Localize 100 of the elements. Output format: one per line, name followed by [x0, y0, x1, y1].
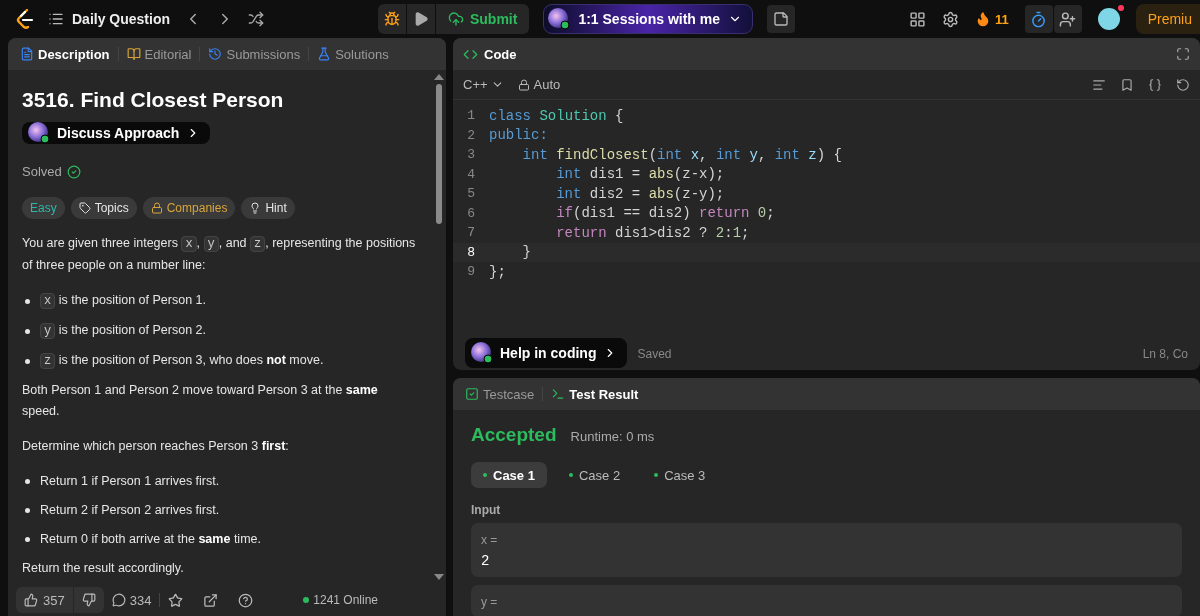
description-paragraph: You are given three integers x , y , and z , representing the positions of three people on a number line: — [22, 235, 417, 274]
problem-list-title[interactable]: Daily Question — [72, 11, 171, 27]
cloud-upload-icon — [447, 11, 464, 27]
bullet-text: z is the position of Person 3, who does not move. — [40, 350, 324, 372]
line-number: 4 — [466, 166, 476, 182]
code-line: class Solution { — [489, 107, 624, 124]
add-user-icon — [1059, 10, 1077, 28]
input-value-box: x = 2 — [471, 523, 1182, 577]
timer-icon — [1030, 10, 1048, 28]
shuffle-icon[interactable] — [248, 11, 265, 27]
description-paragraph: Determine which person reaches Person 3 first: — [22, 438, 290, 455]
line-number: 2 — [466, 127, 476, 143]
help-coding-button[interactable]: Help in coding — [465, 338, 628, 368]
case-tab[interactable]: Case 2 — [556, 462, 633, 488]
list-icon[interactable] — [48, 11, 64, 27]
run-button[interactable] — [406, 4, 435, 34]
tag-icon — [78, 202, 91, 214]
code-line: if(dis1 == dis2) return 0; — [555, 205, 775, 222]
bullet-dot — [25, 479, 30, 484]
code-line: } — [521, 244, 531, 261]
flask-icon — [317, 47, 332, 61]
tag-chip[interactable]: Easy — [22, 197, 65, 219]
panel-tab[interactable]: Testcase — [463, 386, 537, 402]
inline-code: y — [203, 236, 219, 252]
code-line: int findClosest(int x, int y, int z) { — [521, 146, 842, 163]
history-icon — [208, 47, 223, 61]
reset-icon[interactable] — [1176, 77, 1190, 92]
maximize-icon[interactable] — [1176, 47, 1190, 61]
sessions-button[interactable]: 1:1 Sessions with me — [543, 4, 753, 34]
format-icon[interactable] — [1092, 77, 1106, 92]
case-tab[interactable]: Case 1 — [471, 462, 547, 488]
streak-count: 11 — [994, 11, 1009, 27]
panel-tab[interactable]: Description — [18, 46, 112, 62]
input-value-box: y = — [471, 585, 1182, 616]
inline-code: z — [40, 353, 56, 369]
check-icon — [66, 164, 81, 179]
help-icon[interactable] — [238, 592, 254, 608]
like-button[interactable]: 357 — [16, 587, 73, 613]
tag-chip[interactable]: Topics — [70, 197, 137, 219]
case-tab[interactable]: Case 3 — [642, 462, 718, 488]
terminal-icon — [551, 387, 566, 401]
code-line: public: — [489, 127, 548, 144]
line-number: 1 — [466, 108, 476, 124]
bullet-dot — [25, 508, 30, 513]
line-number: 5 — [466, 186, 476, 202]
panel-tab[interactable]: Submissions — [206, 46, 303, 62]
code-line: int dis2 = abs(z-y); — [555, 185, 725, 202]
line-number: 8 — [466, 244, 476, 260]
premium-button[interactable]: Premiu — [1135, 4, 1200, 34]
timer-button[interactable] — [1024, 5, 1053, 33]
panel-tab[interactable]: Test Result — [549, 386, 641, 402]
submit-button[interactable]: Submit — [435, 4, 530, 34]
code-line: int dis1 = abs(z-x); — [555, 166, 725, 183]
panel-title: Code — [484, 46, 517, 62]
language-dropdown[interactable]: C++ — [463, 77, 504, 92]
description-paragraph: Both Person 1 and Person 2 move toward Person 3 at the same speed. — [22, 382, 379, 420]
note-icon — [773, 11, 789, 27]
share-icon[interactable] — [203, 592, 219, 608]
code-line: return dis1>dis2 ? 2:1; — [555, 224, 750, 241]
panel-tab[interactable]: Editorial — [124, 46, 194, 62]
comments-count[interactable]: 334 — [129, 592, 152, 608]
discuss-button[interactable]: Discuss Approach — [22, 122, 211, 144]
thumbs-down-icon — [81, 593, 96, 607]
settings-icon[interactable] — [941, 10, 959, 28]
comment-icon[interactable] — [111, 593, 126, 607]
online-count: 1241 Online — [303, 593, 378, 607]
logo-icon[interactable] — [16, 9, 34, 29]
tag-chip[interactable]: Companies — [142, 197, 236, 219]
inline-code: z — [250, 236, 266, 252]
note-button[interactable] — [767, 5, 795, 33]
layout-icon[interactable] — [908, 10, 926, 28]
thumbs-up-icon — [24, 593, 38, 607]
bullet-text: x is the position of Person 1. — [40, 290, 206, 312]
checkbox-icon — [465, 387, 479, 401]
braces-icon[interactable] — [1148, 77, 1162, 92]
problem-title: 3516. Find Closest Person — [22, 88, 285, 112]
inline-code: x — [181, 236, 197, 252]
inline-code: y — [40, 323, 56, 339]
avatar-icon — [548, 8, 571, 30]
dislike-button[interactable] — [73, 587, 104, 613]
bug-icon — [383, 11, 400, 27]
runtime: Runtime: 0 ms — [570, 429, 655, 444]
bullet-dot — [25, 328, 30, 334]
cursor-position: Ln 8, Co — [1142, 347, 1188, 361]
document-icon — [20, 47, 34, 61]
bookmark-icon[interactable] — [1120, 77, 1134, 92]
inline-code: x — [40, 293, 56, 309]
bullet-text: y is the position of Person 2. — [40, 320, 206, 342]
tag-chip[interactable]: Hint — [241, 197, 295, 219]
description-paragraph: Return the result accordingly. — [22, 560, 185, 577]
lock-icon — [150, 202, 163, 214]
input-label: Input — [471, 503, 502, 517]
line-number: 7 — [466, 225, 476, 241]
panel-tab[interactable]: Solutions — [315, 46, 391, 62]
debug-button[interactable] — [377, 4, 406, 34]
star-icon[interactable] — [168, 592, 184, 608]
book-icon — [126, 47, 141, 61]
add-user-button[interactable] — [1053, 5, 1082, 33]
verdict: Accepted — [471, 424, 557, 446]
line-number: 9 — [466, 264, 476, 280]
